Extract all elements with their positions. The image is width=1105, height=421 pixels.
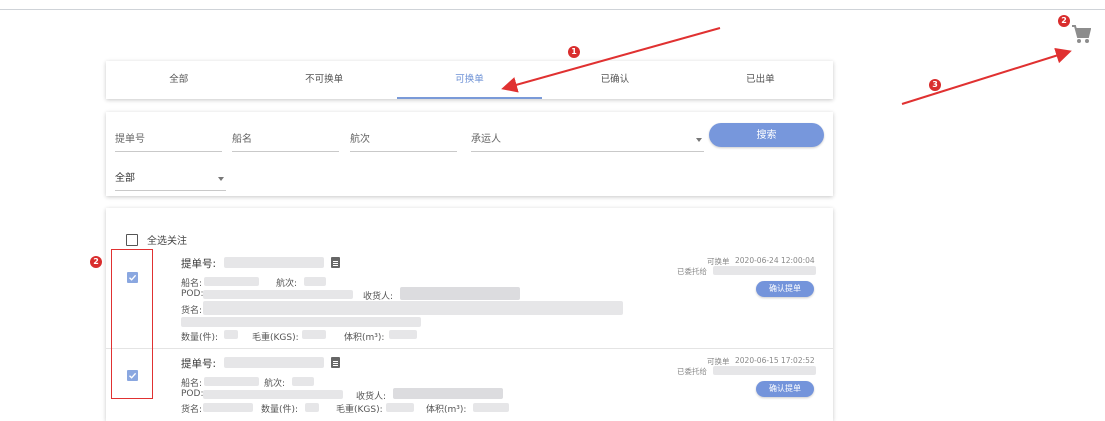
redacted-goods: [203, 403, 253, 412]
voyage-input[interactable]: 航次: [350, 129, 457, 152]
document-icon[interactable]: [331, 357, 340, 368]
record-1-qty-label: 数量(件):: [181, 333, 219, 343]
tab-confirmed[interactable]: 已确认: [542, 61, 687, 99]
redacted-vessel: [204, 277, 259, 286]
record-1-volume-label: 体积(m³):: [344, 333, 385, 343]
chevron-down-icon: [218, 177, 224, 181]
redacted-agent: [713, 266, 816, 275]
document-icon[interactable]: [331, 257, 340, 268]
redacted-weight: [302, 330, 326, 339]
redacted-goods-more: [181, 317, 421, 327]
redacted-bill-no: [224, 357, 324, 368]
record-2-goods-label: 货名:: [181, 405, 203, 415]
redacted-bill-no: [224, 257, 324, 268]
record-2-volume-label: 体积(m³):: [426, 405, 467, 415]
annotation-arrow-3: [901, 47, 1072, 105]
cart-icon[interactable]: [1071, 23, 1092, 45]
record-2-voyage-label: 航次:: [264, 379, 286, 389]
record-1-timestamp: 2020-06-24 12:00:04: [735, 256, 815, 265]
annotation-marker-2-checkbox: 2: [90, 256, 102, 268]
redacted-pod: [203, 290, 353, 299]
vessel-placeholder: 船名: [232, 134, 252, 145]
redacted-consignee: [393, 388, 503, 399]
carrier-placeholder: 承运人: [471, 134, 501, 145]
select-all-checkbox[interactable]: [126, 233, 138, 246]
redacted-volume: [389, 330, 417, 339]
redacted-qty: [305, 403, 319, 412]
redacted-weight: [386, 403, 414, 412]
filter-panel: 提单号 船名 航次 承运人 搜索 全部: [106, 112, 833, 196]
record-2-consignee-label: 收货人:: [356, 392, 387, 402]
record-2-vessel-label: 船名:: [181, 379, 203, 389]
record-1-goods-label: 货名:: [181, 306, 203, 316]
voyage-placeholder: 航次: [350, 134, 370, 145]
redacted-pod: [203, 390, 343, 399]
chevron-down-icon: [696, 138, 702, 142]
record-2-confirm-button[interactable]: 确认提单: [756, 381, 814, 397]
status-select[interactable]: 全部: [115, 168, 226, 191]
bill-no-placeholder: 提单号: [115, 134, 145, 145]
status-select-value: 全部: [115, 173, 135, 184]
record-2-qty-label: 数量(件):: [261, 405, 299, 415]
carrier-select[interactable]: 承运人: [471, 129, 704, 152]
redacted-volume: [473, 403, 509, 412]
tab-issued[interactable]: 已出单: [688, 61, 833, 99]
record-2-pod-label: POD:: [181, 389, 204, 399]
record-2-agent-label: 已委托给: [677, 367, 707, 376]
redacted-vessel: [204, 377, 259, 386]
record-1-weight-label: 毛重(KGS):: [252, 333, 299, 343]
annotation-checkbox-highlight: [111, 249, 153, 399]
record-2-timestamp: 2020-06-15 17:02:52: [735, 356, 815, 365]
record-1-pod-label: POD:: [181, 289, 204, 299]
record-1-confirm-button[interactable]: 确认提单: [756, 281, 814, 297]
redacted-goods: [203, 301, 623, 315]
record-2-bill-label: 提单号:: [181, 358, 217, 370]
top-divider: [0, 9, 1105, 10]
row-divider: [106, 348, 833, 349]
vessel-input[interactable]: 船名: [232, 129, 339, 152]
redacted-voyage: [292, 377, 314, 386]
select-all-label: 全选关注: [147, 236, 187, 247]
redacted-consignee: [400, 287, 520, 300]
record-1-bill-label: 提单号:: [181, 258, 217, 270]
select-all-follow[interactable]: 全选关注: [126, 232, 187, 247]
annotation-marker-2-cart: 2: [1058, 15, 1070, 27]
tab-all[interactable]: 全部: [106, 61, 251, 99]
record-1-vessel-label: 船名:: [181, 279, 203, 289]
tab-not-exchangeable[interactable]: 不可换单: [251, 61, 396, 99]
annotation-marker-1: 1: [568, 46, 580, 58]
results-panel: 全选关注 提单号: 船名: 航次: POD: 收货人: 货名: 数量(件): 毛…: [106, 208, 833, 421]
record-1-voyage-label: 航次:: [276, 279, 298, 289]
status-tabs: 全部 不可换单 可换单 已确认 已出单: [106, 61, 833, 99]
record-1-agent-label: 已委托给: [677, 267, 707, 276]
redacted-agent: [713, 366, 816, 375]
redacted-voyage: [304, 277, 326, 286]
record-2-weight-label: 毛重(KGS):: [336, 405, 383, 415]
bill-no-input[interactable]: 提单号: [115, 129, 222, 152]
redacted-qty: [224, 330, 238, 339]
search-button[interactable]: 搜索: [709, 123, 824, 147]
annotation-marker-3: 3: [929, 79, 941, 91]
tab-exchangeable[interactable]: 可换单: [396, 61, 543, 99]
